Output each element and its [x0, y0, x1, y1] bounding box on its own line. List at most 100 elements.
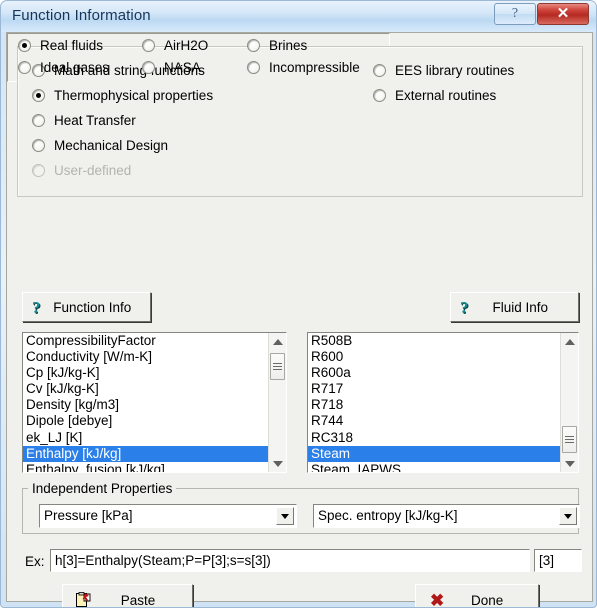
radio-incompressible[interactable]: Incompressible [247, 60, 360, 75]
radio-label: External routines [395, 88, 497, 103]
radio-label: Ideal gases [40, 60, 110, 75]
radio-label: Real fluids [40, 38, 104, 53]
example-label: Ex: [25, 554, 45, 569]
example-index-input[interactable]: [3] [534, 549, 582, 572]
radio-mechanical-design[interactable]: Mechanical Design [32, 138, 168, 153]
list-item[interactable]: Density [kg/m3] [23, 397, 268, 413]
radio-label: Incompressible [269, 60, 360, 75]
radio-indicator [247, 61, 260, 74]
list-item[interactable]: Cp [kJ/kg-K] [23, 365, 268, 381]
radio-nasa[interactable]: NASA [142, 60, 201, 75]
close-button[interactable]: ✕ [537, 3, 589, 25]
fluid-list-items: R508B R600 R600a R717 R718 R744 RC318 St… [308, 333, 560, 472]
list-item[interactable]: ek_LJ [K] [23, 430, 268, 446]
radio-airh2o[interactable]: AirH2O [142, 38, 208, 53]
button-label: Function Info [53, 299, 132, 315]
radio-thermophysical-properties[interactable]: Thermophysical properties [32, 88, 213, 103]
example-formula-input[interactable]: h[3]=Enthalpy(Steam;P=P[3];s=s[3]) [50, 549, 530, 572]
radio-indicator [32, 164, 45, 177]
fluid-listbox[interactable]: R508B R600 R600a R717 R718 R744 RC318 St… [307, 332, 579, 473]
list-item[interactable]: R600 [308, 349, 560, 365]
radio-user-defined: User-defined [32, 163, 131, 178]
list-item-selected[interactable]: Enthalpy [kJ/kg] [23, 445, 268, 462]
function-info-button[interactable]: ? Function Info [22, 292, 151, 322]
radio-indicator [142, 61, 155, 74]
dialog-client-area: Math and string functions Thermophysical… [6, 32, 593, 607]
radio-label: Heat Transfer [54, 113, 136, 128]
radio-ees-library-routines[interactable]: EES library routines [373, 63, 514, 78]
help-button[interactable]: ? [494, 3, 536, 25]
example-index-text: [3] [539, 553, 555, 568]
example-formula-text: h[3]=Enthalpy(Steam;P=P[3];s=s[3]) [55, 553, 271, 568]
combobox-value: Pressure [kPa] [44, 508, 133, 523]
radio-label: AirH2O [164, 38, 209, 53]
radio-indicator [18, 61, 31, 74]
radio-indicator [373, 89, 386, 102]
list-item[interactable]: Conductivity [W/m-K] [23, 349, 268, 365]
button-label: Paste [120, 593, 156, 608]
function-information-dialog: Function Information ? ✕ Math and string… [0, 0, 597, 608]
grip-icon [273, 361, 282, 372]
list-item[interactable]: Dipole [debye] [23, 413, 268, 429]
scroll-up-arrow-icon[interactable] [561, 333, 578, 350]
radio-external-routines[interactable]: External routines [373, 88, 496, 103]
radio-indicator [18, 39, 31, 52]
scroll-down-arrow-icon[interactable] [561, 455, 578, 472]
list-item[interactable]: R744 [308, 413, 560, 429]
list-item[interactable]: R717 [308, 381, 560, 397]
radio-indicator [32, 89, 45, 102]
question-mark-icon: ? [32, 297, 41, 317]
x-mark-icon: ✖ [430, 591, 445, 608]
independent-property-2-combobox[interactable]: Spec. entropy [kJ/kg-K] [313, 504, 580, 528]
property-list-items: CompressibilityFactor Conductivity [W/m-… [23, 333, 268, 472]
radio-indicator [142, 39, 155, 52]
button-label: Fluid Info [492, 299, 549, 315]
radio-label: Brines [269, 38, 308, 53]
button-label: Done [470, 593, 504, 608]
fluid-info-button[interactable]: ? Fluid Info [450, 292, 579, 322]
radio-indicator [32, 114, 45, 127]
window-title: Function Information [12, 7, 151, 24]
list-item[interactable]: RC318 [308, 430, 560, 446]
question-mark-icon: ? [460, 297, 469, 317]
close-icon: ✕ [556, 5, 570, 22]
radio-label: User-defined [54, 163, 132, 178]
list-item[interactable]: Steam_IAPWS [308, 462, 560, 472]
combobox-value: Spec. entropy [kJ/kg-K] [318, 508, 458, 523]
radio-label: Thermophysical properties [54, 88, 214, 103]
radio-indicator [247, 39, 260, 52]
list-item-selected[interactable]: Steam [308, 445, 560, 462]
scrollbar-thumb[interactable] [562, 426, 577, 453]
radio-brines[interactable]: Brines [247, 38, 307, 53]
chevron-down-icon[interactable] [559, 507, 577, 525]
grip-icon [565, 434, 574, 445]
fluid-list-scrollbar[interactable] [560, 333, 578, 472]
radio-label: EES library routines [395, 63, 515, 78]
done-button[interactable]: ✖ Done [415, 584, 539, 608]
list-item[interactable]: R600a [308, 365, 560, 381]
scroll-down-arrow-icon[interactable] [269, 455, 286, 472]
scrollbar-thumb[interactable] [270, 353, 285, 380]
chevron-down-icon[interactable] [276, 507, 294, 525]
radio-indicator [373, 64, 386, 77]
radio-label: NASA [164, 60, 201, 75]
list-item[interactable]: CompressibilityFactor [23, 333, 268, 349]
independent-property-1-combobox[interactable]: Pressure [kPa] [39, 504, 297, 528]
property-listbox[interactable]: CompressibilityFactor Conductivity [W/m-… [22, 332, 287, 473]
property-list-scrollbar[interactable] [268, 333, 286, 472]
radio-real-fluids[interactable]: Real fluids [18, 38, 103, 53]
independent-properties-legend: Independent Properties [28, 481, 177, 496]
radio-label: Mechanical Design [54, 138, 169, 153]
radio-heat-transfer[interactable]: Heat Transfer [32, 113, 136, 128]
question-mark-icon: ? [511, 6, 519, 21]
radio-indicator [32, 139, 45, 152]
scroll-up-arrow-icon[interactable] [269, 333, 286, 350]
list-item[interactable]: R718 [308, 397, 560, 413]
paste-button[interactable]: Paste [62, 584, 193, 608]
radio-ideal-gases[interactable]: Ideal gases [18, 60, 109, 75]
list-item[interactable]: Enthalpy_fusion [kJ/kg] [23, 462, 268, 472]
paste-icon [75, 592, 92, 607]
list-item[interactable]: Cv [kJ/kg-K] [23, 381, 268, 397]
title-bar[interactable]: Function Information ? ✕ [1, 1, 596, 32]
list-item[interactable]: R508B [308, 333, 560, 349]
